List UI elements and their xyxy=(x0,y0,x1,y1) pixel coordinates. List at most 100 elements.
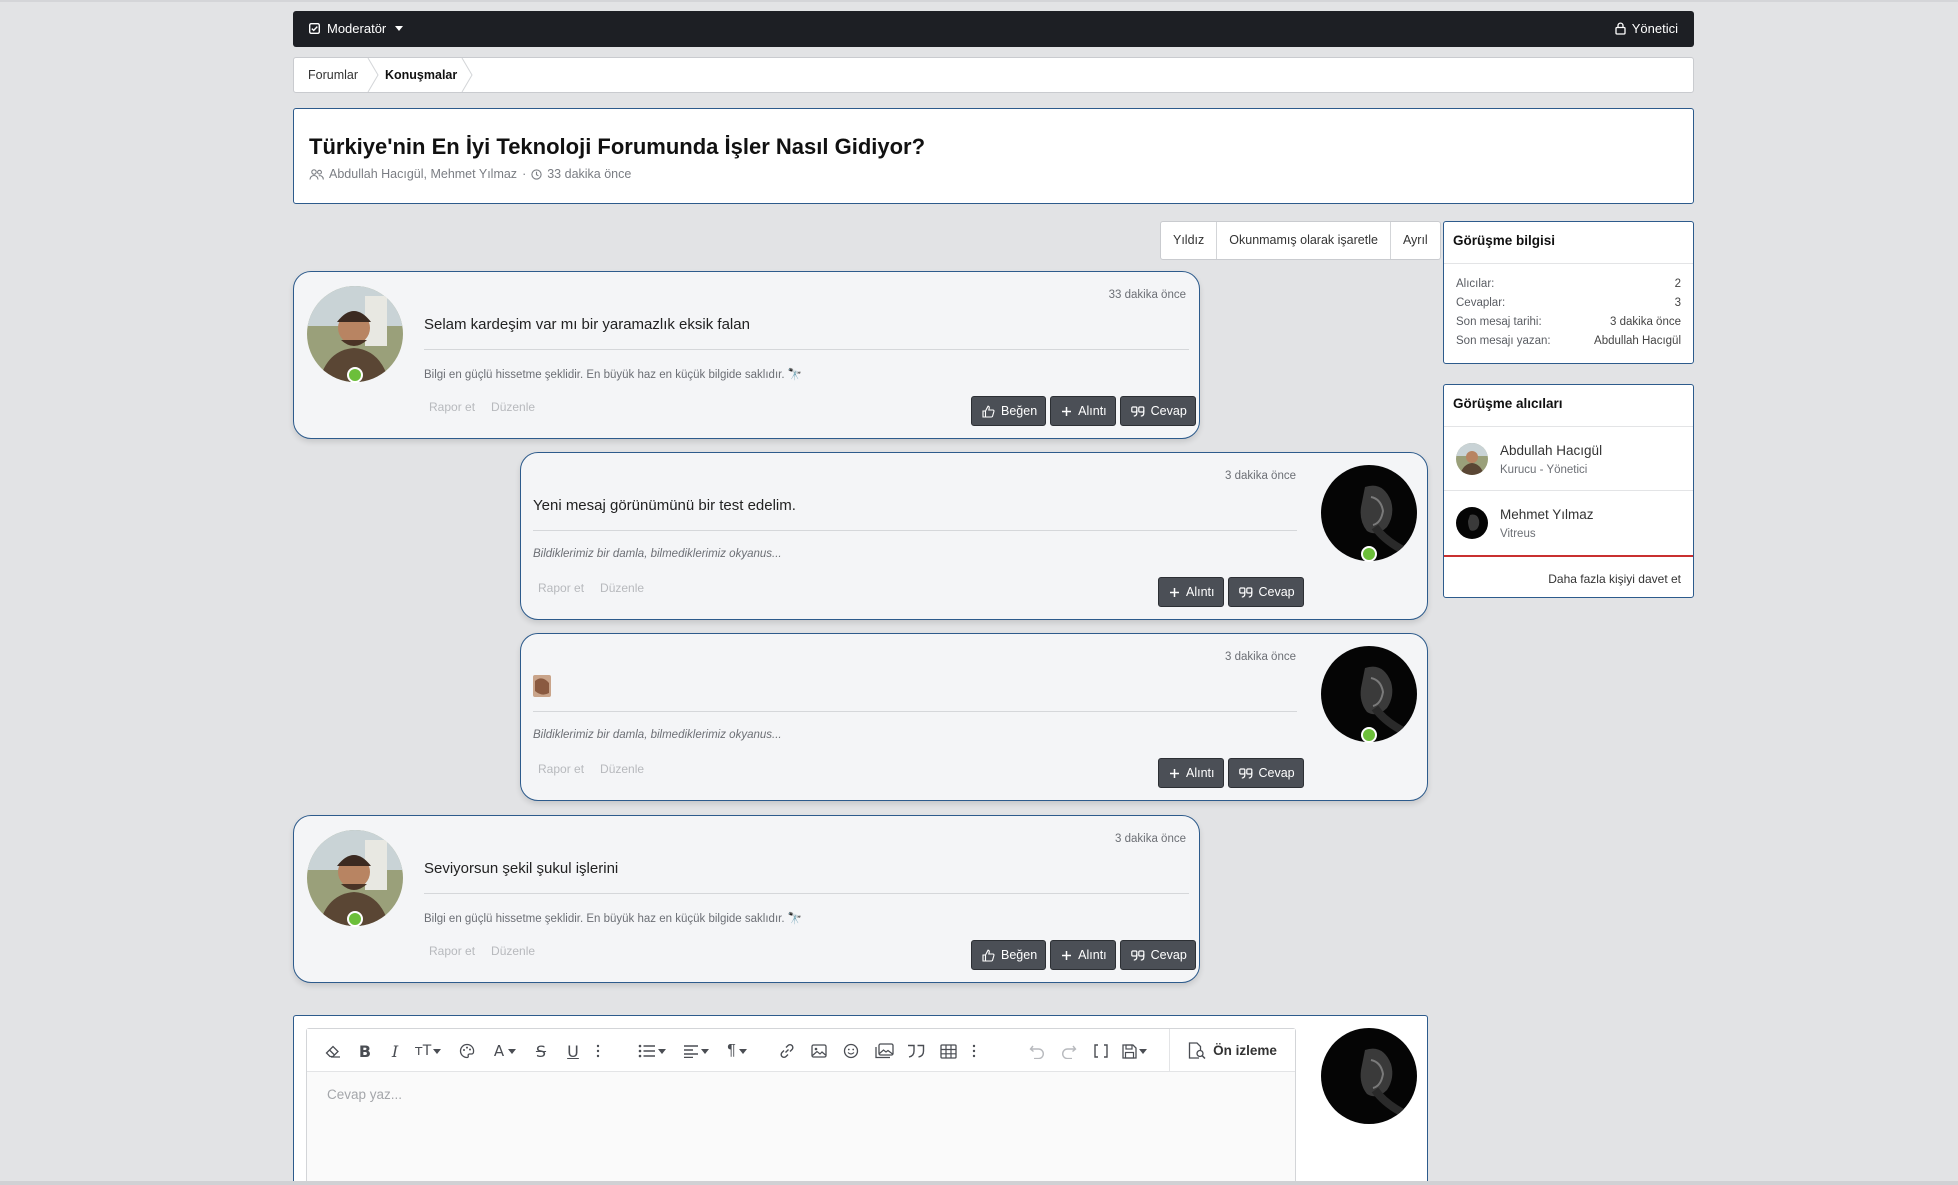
online-status-icon xyxy=(1361,546,1377,562)
italic-icon[interactable]: I xyxy=(387,1040,403,1062)
quote-button[interactable]: Alıntı xyxy=(1050,396,1116,426)
avatar[interactable] xyxy=(1456,507,1488,539)
message-card: 33 dakika önce Selam kardeşim var mı bir… xyxy=(293,271,1200,439)
recipient-name[interactable]: Mehmet Yılmaz xyxy=(1500,507,1594,522)
checkbox-icon xyxy=(309,23,320,34)
quote-icon xyxy=(1238,767,1252,779)
breadcrumb-item-conversations[interactable]: Konuşmalar xyxy=(385,58,457,92)
breadcrumb-separator xyxy=(461,58,473,92)
quote-button[interactable]: Alıntı xyxy=(1158,758,1224,788)
font-size-icon[interactable]: тT xyxy=(413,1040,443,1062)
recipient-item[interactable]: Mehmet Yılmaz Vitreus xyxy=(1444,491,1693,555)
message-links: Rapor et Düzenle xyxy=(429,944,535,958)
quote-label: Alıntı xyxy=(1186,585,1215,599)
info-value[interactable]: Abdullah Hacıgül xyxy=(1594,335,1681,347)
reply-button[interactable]: Cevap xyxy=(1119,396,1196,426)
reply-input[interactable]: Cevap yaz... xyxy=(327,1087,402,1102)
preview-label: Ön izleme xyxy=(1213,1042,1277,1058)
underline-icon[interactable]: U xyxy=(563,1040,583,1062)
edit-link[interactable]: Düzenle xyxy=(600,762,644,776)
signature: Bilgi en güçlü hissetme şeklidir. En büy… xyxy=(424,913,803,925)
rich-text-editor: B I тT A S U ¶ Ön izleme Cevap yaz... xyxy=(306,1028,1296,1185)
eraser-icon[interactable] xyxy=(323,1040,343,1062)
link-icon[interactable] xyxy=(777,1040,797,1062)
admin-link[interactable]: Yönetici xyxy=(1615,21,1678,36)
like-button[interactable]: Beğen xyxy=(971,396,1047,426)
more-vertical-icon[interactable] xyxy=(593,1040,603,1062)
reply-box: B I тT A S U ¶ Ön izleme Cevap yaz... xyxy=(293,1015,1428,1185)
info-row: Alıcılar: 2 xyxy=(1444,274,1693,293)
preview-icon xyxy=(1188,1041,1206,1059)
image-icon[interactable] xyxy=(809,1040,829,1062)
message-buttons: Alıntı Cevap xyxy=(1158,758,1304,788)
quote-button[interactable]: Alıntı xyxy=(1050,940,1116,970)
like-button[interactable]: Beğen xyxy=(971,940,1047,970)
plus-icon xyxy=(1062,406,1072,416)
font-family-icon[interactable]: A xyxy=(491,1040,519,1062)
bold-icon[interactable]: B xyxy=(357,1040,373,1062)
gallery-icon[interactable] xyxy=(873,1040,895,1062)
admin-label: Yönetici xyxy=(1631,21,1678,36)
list-icon[interactable] xyxy=(637,1040,667,1062)
info-row: Son mesajı yazan: Abdullah Hacıgül xyxy=(1444,331,1693,350)
conversation-recipients-panel: Görüşme alıcıları Abdullah Hacıgül Kuruc… xyxy=(1443,384,1694,598)
edit-link[interactable]: Düzenle xyxy=(600,581,644,595)
strikethrough-icon[interactable]: S xyxy=(531,1040,551,1062)
mark-unread-button[interactable]: Okunmamış olarak işaretle xyxy=(1217,222,1391,259)
redo-icon[interactable] xyxy=(1059,1040,1079,1062)
page-title: Türkiye'nin En İyi Teknoloji Forumunda İ… xyxy=(309,134,926,159)
recipient-name[interactable]: Abdullah Hacıgül xyxy=(1500,443,1602,458)
quote-button[interactable]: Alıntı xyxy=(1158,577,1224,607)
edit-link[interactable]: Düzenle xyxy=(491,400,535,414)
quote-icon xyxy=(1130,405,1145,417)
code-brackets-icon[interactable] xyxy=(1091,1040,1111,1062)
reply-label: Cevap xyxy=(1150,948,1187,962)
reply-label: Cevap xyxy=(1150,404,1187,418)
info-key: Cevaplar: xyxy=(1456,296,1506,309)
thread-meta: Abdullah Hacıgül, Mehmet Yılmaz · 33 dak… xyxy=(309,167,631,181)
message-buttons: Beğen Alıntı Cevap xyxy=(971,940,1196,970)
info-value: 3 dakika önce xyxy=(1610,315,1681,328)
palette-icon[interactable] xyxy=(457,1040,477,1062)
breadcrumb-item-forums[interactable]: Forumlar xyxy=(308,58,358,92)
moderator-menu[interactable]: Moderatör xyxy=(309,21,404,36)
online-status-icon xyxy=(347,911,363,927)
table-icon[interactable] xyxy=(937,1040,959,1062)
report-link[interactable]: Rapor et xyxy=(429,400,475,414)
thread-participants[interactable]: Abdullah Hacıgül, Mehmet Yılmaz xyxy=(329,167,517,181)
signature: Bildiklerimiz bir damla, bilmediklerimiz… xyxy=(533,729,782,741)
save-draft-icon[interactable] xyxy=(1119,1040,1149,1062)
report-link[interactable]: Rapor et xyxy=(538,581,584,595)
quote-icon[interactable] xyxy=(905,1040,927,1062)
avatar[interactable] xyxy=(1456,443,1488,475)
message-buttons: Alıntı Cevap xyxy=(1158,577,1304,607)
more-vertical-icon[interactable] xyxy=(969,1040,979,1062)
leave-button[interactable]: Ayrıl xyxy=(1391,222,1440,259)
reply-button[interactable]: Cevap xyxy=(1227,577,1304,607)
message-text: Selam kardeşim var mı bir yaramazlık eks… xyxy=(424,316,750,333)
top-edge xyxy=(0,0,1958,2)
emoji-icon[interactable] xyxy=(841,1040,861,1062)
edit-link[interactable]: Düzenle xyxy=(491,944,535,958)
message-time: 3 dakika önce xyxy=(1225,651,1296,663)
reply-button[interactable]: Cevap xyxy=(1227,758,1304,788)
message-links: Rapor et Düzenle xyxy=(429,400,535,414)
quote-label: Alıntı xyxy=(1078,404,1107,418)
star-button[interactable]: Yıldız xyxy=(1161,222,1218,259)
report-link[interactable]: Rapor et xyxy=(538,762,584,776)
report-link[interactable]: Rapor et xyxy=(429,944,475,958)
invite-more-link[interactable]: Daha fazla kişiyi davet et xyxy=(1444,555,1693,599)
avatar[interactable] xyxy=(1321,1028,1417,1124)
plus-icon xyxy=(1170,768,1179,778)
align-icon[interactable] xyxy=(681,1040,711,1062)
reply-button[interactable]: Cevap xyxy=(1119,940,1196,970)
editor-toolbar: B I тT A S U ¶ Ön izleme xyxy=(307,1029,1295,1072)
paragraph-icon[interactable]: ¶ xyxy=(723,1040,751,1062)
undo-icon[interactable] xyxy=(1027,1040,1047,1062)
message-image[interactable] xyxy=(533,675,551,697)
top-navbar: Moderatör Yönetici xyxy=(293,11,1694,47)
preview-button[interactable]: Ön izleme xyxy=(1169,1029,1295,1071)
online-status-icon xyxy=(347,367,363,383)
plus-icon xyxy=(1062,950,1072,960)
recipient-item[interactable]: Abdullah Hacıgül Kurucu - Yönetici xyxy=(1444,427,1693,491)
